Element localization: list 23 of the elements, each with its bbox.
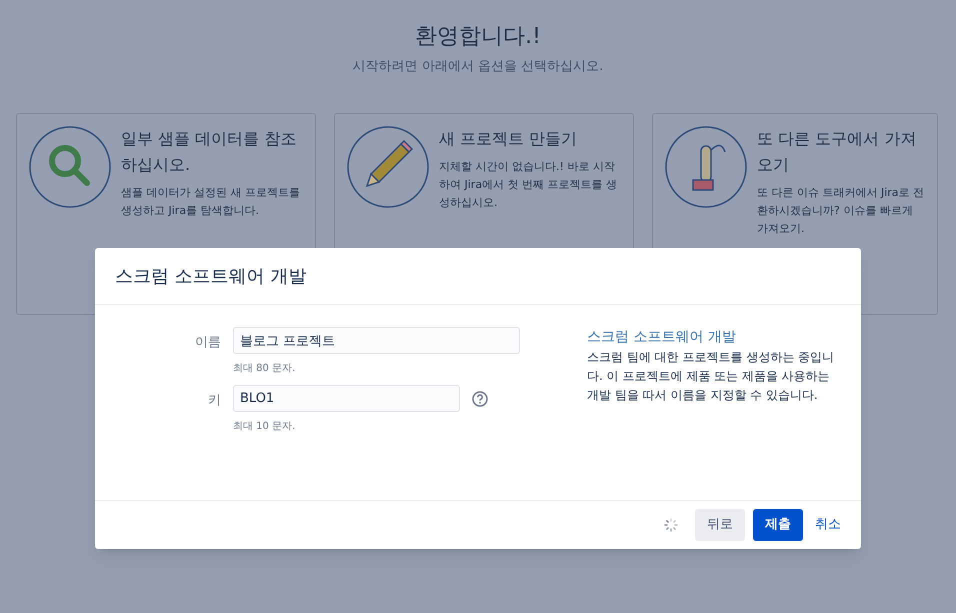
card-title: 새 프로젝트 만들기 [439, 128, 578, 150]
card-description: 지체할 시간이 없습니다.! 바로 시작하여 Jira에서 첫 번째 프로젝트를 생성하십시오. [439, 158, 618, 210]
field-label: 이름 [194, 334, 222, 352]
card-title: 또 다른 도구에서 가져오기 [757, 128, 918, 176]
pencil-icon [347, 126, 429, 208]
welcome-title: 환영합니다.! [415, 23, 541, 51]
field-hint: 최대 80 문자. [233, 362, 296, 376]
info-text: 스크럼 팀에 대한 프로젝트를 생성하는 중입니다. 이 프로젝트에 제품 또는 제품을 사용하는 개발 팀을 따서 이름을 지정할 수 있습니다. [587, 349, 836, 404]
card-title: 일부 샘플 데이터를 참조하십시오. [121, 128, 298, 176]
cancel-link[interactable]: 취소 [811, 509, 845, 541]
info-title: 스크럼 소프트웨어 개발 [587, 328, 737, 347]
card-description: 샘플 데이터가 설정된 새 프로젝트를 생성하고 Jira를 탐색합니다. [121, 184, 301, 218]
field-hint: 최대 10 문자. [233, 420, 296, 434]
dialog-title: 스크럼 소프트웨어 개발 [115, 264, 306, 288]
help-icon[interactable] [472, 390, 488, 406]
dialog-button[interactable]: 뒤로 [695, 509, 745, 541]
text-field[interactable]: 블로그 프로젝트 [233, 327, 520, 354]
field-label: 키 [207, 392, 222, 410]
dialog-button[interactable]: 제출 [753, 509, 803, 541]
card-description: 또 다른 이슈 트래커에서 Jira로 전환하시겠습니까? 이슈를 빠르게 가져오기. [757, 184, 926, 236]
text-field[interactable]: BLO1 [233, 385, 460, 412]
magnifier-icon [29, 126, 111, 208]
welcome-subtitle: 시작하려면 아래에서 옵션을 선택하십시오. [352, 58, 604, 76]
